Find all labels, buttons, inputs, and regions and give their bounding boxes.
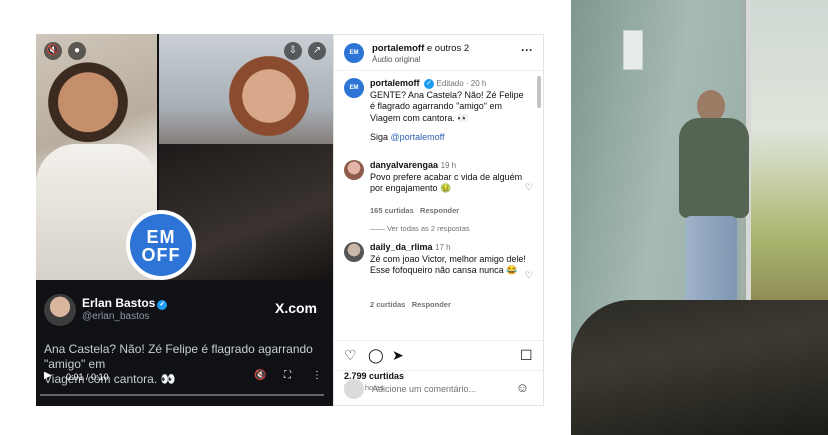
more-vertical-icon[interactable]: ⋮ [312,370,322,381]
mute-icon[interactable]: 🔇 [44,42,62,60]
emoff-logo: EM OFF [126,210,196,280]
reply-button[interactable]: Responder [412,300,451,309]
comment-2-actions: 2 curtidas Responder [370,300,451,309]
tweet-avatar [44,294,76,326]
video-still-frame [571,0,828,435]
video-time: 0:01 / 0:10 [66,372,109,382]
audio-label[interactable]: Áudio original [372,55,420,64]
fullscreen-icon[interactable]: ⛶ [284,370,291,381]
comment-icon[interactable]: ◯ [368,347,384,364]
tweet-card: Erlan Bastos ✓ @erlan_bastos X.com Ana Ca… [36,282,333,406]
view-replies-link[interactable]: —— Ver todas as 2 respostas [370,224,470,233]
comment-2: daily_da_rlima 17 h Zé com joao Victor, … [370,242,526,275]
heart-icon[interactable]: ♡ [344,347,357,364]
account-avatar[interactable]: EM OFF [344,43,364,76]
comments-panel: EM OFF portalemoff e outros 2 Áudio orig… [333,34,544,406]
heart-icon[interactable]: ♡ [525,182,533,193]
bookmark-icon[interactable]: ☐ [520,347,533,364]
woman-figure [229,54,309,174]
mute-icon[interactable]: 🔇 [254,370,266,381]
screenshot-collage: 🔇 ● ⇩ ↗ EM OFF Erlan Bastos ✓ @erlan_basto… [0,0,828,435]
tweet-handle: @erlan_bastos [82,311,150,322]
user-icon[interactable]: ● [68,42,86,60]
caption: portalemoff ✓ Editado · 20 h GENTE? Ana … [370,78,524,142]
embracing-figures [649,90,759,330]
play-icon[interactable]: ▶ [44,370,52,381]
smiling-man-figure [48,50,128,145]
caption-avatar[interactable]: EM OFF [344,78,364,111]
video-player-controls: ▶ 0:01 / 0:10 🔇 ⛶ ⋮ [44,370,326,390]
comment-avatar[interactable] [344,242,364,262]
share-out-icon[interactable]: ↗ [308,42,326,60]
verified-icon: ✓ [157,300,168,310]
x-brand-label: X.com [274,300,317,316]
my-avatar [344,379,364,399]
video-progress-bar[interactable] [40,394,324,396]
comment-avatar[interactable] [344,160,364,180]
scrollbar[interactable] [537,76,541,108]
post-header: EM OFF portalemoff e outros 2 Áudio orig… [334,35,543,76]
foreground-arm [571,300,828,435]
wall-switch [623,30,643,70]
tweet-name: Erlan Bastos ✓ [82,296,168,310]
heart-icon[interactable]: ♡ [525,270,533,281]
emoji-icon[interactable]: ☺ [516,380,529,395]
post-media[interactable]: 🔇 ● ⇩ ↗ EM OFF Erlan Bastos ✓ @erlan_basto… [36,34,333,406]
add-comment-bar: Adicione um comentário... ☺ [334,370,543,406]
more-dots-icon[interactable]: ··· [521,43,533,57]
download-icon[interactable]: ⇩ [284,42,302,60]
figure-body [679,118,749,218]
comment-1: danyalvarengaa 19 h Povo prefere acabar … [370,160,523,193]
verified-icon: ✓ [424,79,435,89]
comments-list[interactable]: EM OFF portalemoff ✓ Editado · 20 h GENT… [334,72,543,340]
post-author[interactable]: portalemoff e outros 2 [372,43,469,54]
reply-button[interactable]: Responder [420,206,459,215]
comment-input[interactable]: Adicione um comentário... [372,384,476,394]
send-icon[interactable]: ➤ [392,347,404,364]
comment-1-actions: 165 curtidas Responder [370,206,460,215]
